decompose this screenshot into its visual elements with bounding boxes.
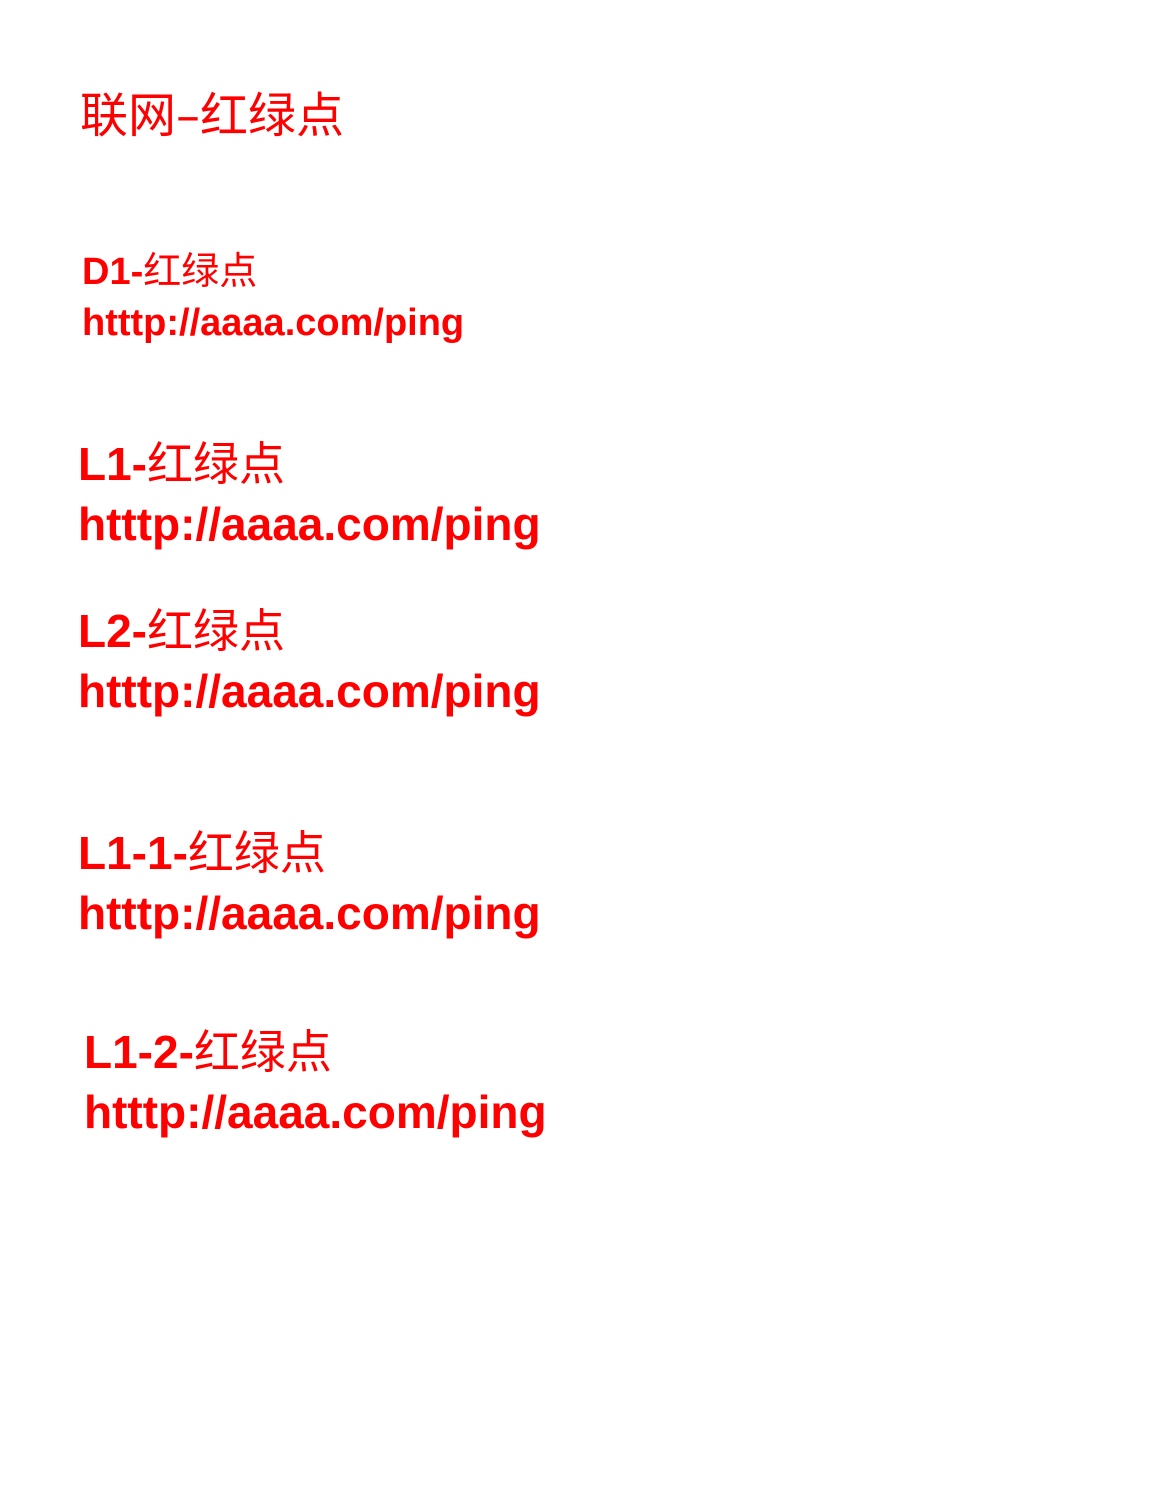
entry-code: D1- [82,251,144,293]
entry-url: htttp://aaaa.com/ping [78,665,541,717]
entry-label: L1-1-红绿点 [78,825,541,881]
entry-code: L1-1- [78,827,188,879]
entry-label: L2-红绿点 [78,603,541,659]
entry-suffix: 红绿点 [193,1025,332,1079]
entry-suffix: 红绿点 [187,826,326,880]
entry-url: htttp://aaaa.com/ping [78,887,541,939]
entry-code: L1-2- [84,1026,194,1078]
entry-label: L1-红绿点 [78,436,541,492]
entry-suffix: 红绿点 [147,437,285,491]
page-title: 联网–红绿点 [80,88,345,144]
entry-d1: D1-红绿点 htttp://aaaa.com/ping [82,248,464,351]
entry-code: L1- [78,438,147,490]
entry-l1: L1-红绿点 htttp://aaaa.com/ping [78,436,541,556]
entry-url: htttp://aaaa.com/ping [82,302,465,344]
entry-suffix: 红绿点 [147,604,285,658]
entry-url: htttp://aaaa.com/ping [78,498,541,550]
page: { "title": "联网–红绿点", "text_color": "#ff0… [0,0,1150,1488]
entry-suffix: 红绿点 [143,249,258,293]
entry-label: D1-红绿点 [82,248,464,295]
entry-l1-2: L1-2-红绿点 htttp://aaaa.com/ping [84,1024,547,1144]
entry-url: htttp://aaaa.com/ping [84,1086,547,1138]
entry-l2: L2-红绿点 htttp://aaaa.com/ping [78,603,541,723]
entry-code: L2- [78,605,147,657]
entry-label: L1-2-红绿点 [84,1024,547,1080]
entry-l1-1: L1-1-红绿点 htttp://aaaa.com/ping [78,825,541,945]
